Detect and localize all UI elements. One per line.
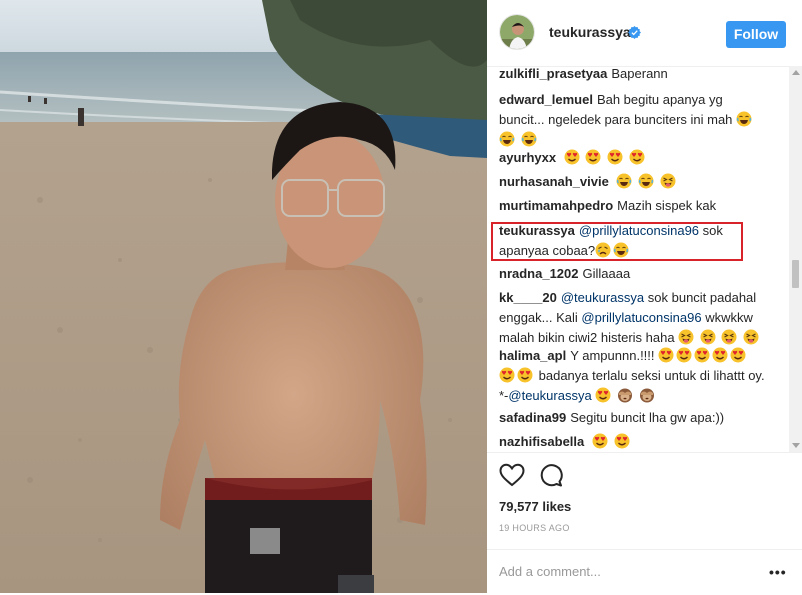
post-header: teukurassya Follow	[487, 0, 802, 67]
post-timestamp[interactable]: 19 HOURS AGO	[499, 523, 570, 533]
comment-text: Segitu buncit lha gw apa:))	[570, 410, 725, 425]
heart-eyes-emoji-icon	[614, 433, 629, 449]
comment-username[interactable]: zulkifli_prasetyaa	[499, 66, 607, 81]
heart-eyes-emoji-icon	[629, 149, 645, 165]
tears-of-joy-emoji-icon	[616, 173, 632, 189]
tears-of-joy-emoji-icon	[736, 111, 752, 127]
heart-eyes-emoji-icon	[517, 367, 533, 383]
heart-eyes-emoji-icon	[607, 149, 623, 165]
comment-mention[interactable]: @teukurassya	[561, 290, 644, 305]
comment: nurhasanah_vivie	[499, 172, 771, 192]
avatar[interactable]	[499, 14, 535, 50]
tongue-wink-emoji-icon	[660, 173, 676, 189]
emoji-row	[595, 242, 631, 258]
comment-username[interactable]: halima_apl	[499, 348, 566, 363]
see-no-evil-monkey-emoji-icon	[639, 388, 654, 403]
scrollbar-thumb[interactable]	[792, 260, 799, 288]
comment-mention[interactable]: @prillylatuconsina96	[579, 223, 699, 238]
tongue-wink-emoji-icon	[678, 329, 694, 345]
tongue-wink-emoji-icon	[743, 329, 759, 345]
beach-selfie-photo	[0, 0, 487, 593]
heart-eyes-emoji-icon	[564, 149, 580, 165]
emoji-row	[499, 367, 539, 383]
comment: ayurhyxx	[499, 148, 771, 168]
comment: kk____20 @teukurassya sok buncit padahal …	[499, 288, 771, 348]
see-no-evil-monkey-emoji-icon	[617, 388, 632, 403]
comment-username[interactable]: kk____20	[499, 290, 557, 305]
like-heart-icon[interactable]	[499, 463, 525, 487]
heart-eyes-emoji-icon	[676, 347, 692, 363]
comment-username[interactable]: nazhifisabella	[499, 434, 584, 449]
add-comment-bar: Add a comment... •••	[487, 549, 802, 595]
comment-text: Y ampunnn.!!!!	[570, 348, 655, 363]
emoji-row	[616, 173, 677, 189]
comment: murtimamahpedro Mazih sispek kak	[499, 196, 771, 216]
comments-list[interactable]: zulkifli_prasetyaa Baperann edward_lemuel…	[487, 66, 787, 452]
comment-username[interactable]: nurhasanah_vivie	[499, 174, 609, 189]
heart-eyes-emoji-icon	[712, 347, 728, 363]
comment: nazhifisabella	[499, 432, 771, 452]
comment-mention[interactable]: @teukurassya	[508, 388, 591, 403]
post-actions: 79,577 likes 19 HOURS AGO Add a comment.…	[487, 452, 802, 594]
emoji-row	[678, 329, 761, 345]
comment: zulkifli_prasetyaa Baperann	[499, 66, 771, 84]
post-username[interactable]: teukurassya	[549, 24, 631, 40]
emoji-row	[658, 347, 748, 363]
comment-mention[interactable]: @prillylatuconsina96	[581, 310, 701, 325]
heart-eyes-emoji-icon	[595, 387, 611, 403]
tongue-wink-emoji-icon	[721, 329, 737, 345]
comment-username[interactable]: edward_lemuel	[499, 92, 593, 107]
add-comment-input[interactable]: Add a comment...	[499, 564, 601, 579]
tears-of-joy-emoji-icon	[521, 131, 537, 147]
scroll-down-arrow-icon[interactable]	[792, 443, 800, 448]
comment: teukurassya @prillylatuconsina96 sok apan…	[499, 221, 771, 261]
comment-text: Mazih sispek kak	[617, 198, 717, 213]
comment-text: Gillaaaa	[582, 266, 631, 281]
post-photo	[0, 0, 487, 593]
comment-username[interactable]: safadina99	[499, 410, 566, 425]
tongue-wink-emoji-icon	[700, 329, 716, 345]
comment-username[interactable]: teukurassya	[499, 223, 575, 238]
tears-of-joy-emoji-icon	[638, 173, 654, 189]
comment: edward_lemuel Bah begitu apanya yg buncit…	[499, 90, 771, 150]
tears-of-joy-emoji-icon	[499, 131, 515, 147]
heart-eyes-emoji-icon	[730, 347, 746, 363]
post-side-panel: teukurassya Follow zulkifli_prasetyaa Bap…	[487, 0, 802, 593]
more-options-button[interactable]: •••	[769, 564, 787, 580]
comment-username[interactable]: murtimamahpedro	[499, 198, 613, 213]
heart-eyes-emoji-icon	[585, 149, 601, 165]
heart-eyes-emoji-icon	[499, 367, 515, 383]
emoji-row	[595, 387, 656, 403]
comment-username[interactable]: nradna_1202	[499, 266, 579, 281]
tears-of-joy-emoji-icon	[613, 242, 629, 258]
comment: safadina99 Segitu buncit lha gw apa:))	[499, 408, 771, 428]
heart-eyes-emoji-icon	[694, 347, 710, 363]
comment-bubble-icon[interactable]	[539, 463, 563, 487]
comments-scrollbar[interactable]	[789, 66, 802, 452]
comment-username[interactable]: ayurhyxx	[499, 150, 556, 165]
heart-eyes-emoji-icon	[592, 433, 608, 449]
emoji-row	[564, 149, 647, 165]
likes-count[interactable]: 79,577 likes	[499, 499, 571, 514]
profile-photo-icon	[500, 15, 534, 49]
follow-button[interactable]: Follow	[726, 21, 786, 48]
scroll-up-arrow-icon[interactable]	[792, 70, 800, 75]
comment: halima_apl Y ampunnn.!!!! badanya terlalu…	[499, 346, 771, 406]
heart-eyes-emoji-icon	[658, 347, 674, 363]
emoji-row	[592, 433, 632, 449]
verified-badge-icon	[628, 26, 641, 39]
comment-text: Baperann	[611, 66, 668, 81]
comment: nradna_1202 Gillaaaa	[499, 264, 771, 284]
weary-face-emoji-icon	[595, 242, 611, 258]
